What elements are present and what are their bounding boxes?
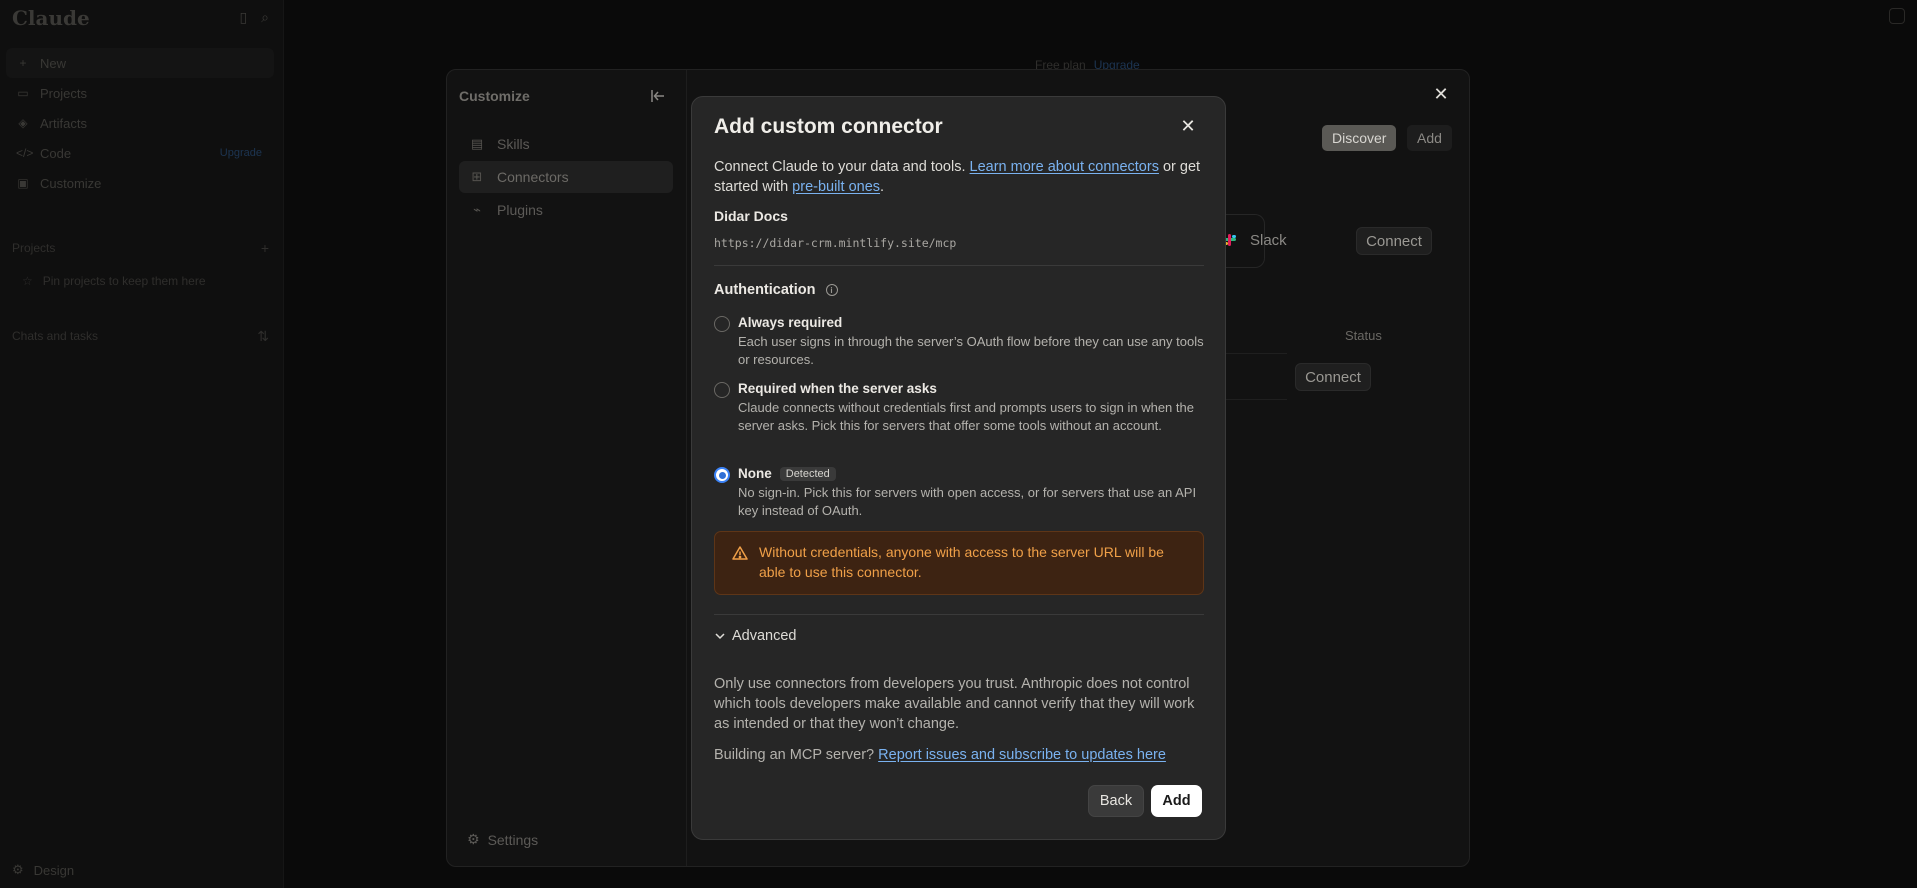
close-customize-icon[interactable]: ✕ <box>1431 84 1451 104</box>
customize-item-connectors[interactable]: ⊞ Connectors <box>459 161 673 193</box>
nav-item-projects[interactable]: ▭ Projects <box>6 78 274 108</box>
connectors-icon: ⊞ <box>471 169 483 184</box>
auth-option-server-asks[interactable]: Required when the server asks Claude con… <box>714 380 1204 446</box>
learn-more-link[interactable]: Learn more about connectors <box>970 159 1159 175</box>
dialog-intro: Connect Claude to your data and tools. L… <box>714 157 1204 197</box>
collapse-sidebar-icon[interactable] <box>650 88 666 104</box>
app-nav: + New ▭ Projects ◈ Artifacts </> Code Up… <box>6 48 274 198</box>
connector-name: Didar Docs <box>714 208 788 224</box>
connector-url: https://didar-crm.mintlify.site/mcp <box>714 236 957 250</box>
code-icon: </> <box>16 146 34 160</box>
option-desc: No sign-in. Pick this for servers with o… <box>738 485 1197 518</box>
auth-heading: Authentication i <box>714 282 838 298</box>
dialog-title: Add custom connector <box>714 115 943 138</box>
artifacts-icon: ◈ <box>18 116 28 130</box>
nav-item-new[interactable]: + New <box>6 48 274 78</box>
projects-empty: ☆ Pin projects to keep them here <box>22 274 206 288</box>
close-icon[interactable]: ✕ <box>1179 117 1197 135</box>
app-logo: Claude <box>12 6 90 30</box>
nav-item-label: Projects <box>40 85 87 101</box>
option-title-text: None <box>738 466 772 481</box>
folder-icon: ▭ <box>17 86 29 100</box>
prebuilt-link[interactable]: pre-built ones <box>792 179 880 195</box>
status-column-header: Status <box>1345 328 1382 343</box>
intro-text: . <box>880 179 885 195</box>
radio-always[interactable] <box>714 316 730 332</box>
option-desc: Each user signs in through the server’s … <box>738 334 1204 367</box>
trust-disclaimer: Only use connectors from developers you … <box>714 676 1195 732</box>
app-sidebar: Claude ▯ ⌕ + New ▭ Projects ◈ Artifacts … <box>0 0 284 888</box>
customize-sidebar: Customize ▤ Skills ⊞ Connectors ⌁ Plugin… <box>447 70 687 866</box>
intro-text: Connect Claude to your data and tools. <box>714 159 970 175</box>
customize-item-label: Connectors <box>497 169 569 185</box>
add-button[interactable]: Add <box>1151 785 1202 817</box>
customize-item-label: Plugins <box>497 202 543 218</box>
customize-item-label: Skills <box>497 136 530 152</box>
warning-icon <box>732 546 748 560</box>
settings-label: Settings <box>487 831 539 848</box>
slack-name: Slack <box>1250 232 1287 249</box>
customize-item-plugins[interactable]: ⌁ Plugins <box>459 194 673 226</box>
option-title: Always required <box>738 315 843 330</box>
add-project-icon[interactable]: + <box>261 240 269 256</box>
info-icon[interactable]: i <box>825 284 838 296</box>
settings-button[interactable]: ⚙ Settings <box>467 831 538 848</box>
tab-add[interactable]: Add <box>1407 125 1452 151</box>
radio-server-asks[interactable] <box>714 382 730 398</box>
nav-item-label: Customize <box>40 175 102 191</box>
skills-icon: ▤ <box>470 136 484 151</box>
connect-slack-button[interactable]: Connect <box>1356 227 1432 255</box>
detected-badge: Detected <box>779 466 836 481</box>
nav-item-label: New <box>40 55 67 71</box>
advanced-label: Advanced <box>732 628 797 644</box>
divider <box>714 614 1204 615</box>
radio-none[interactable] <box>714 467 730 483</box>
nav-item-code[interactable]: </> Code Upgrade <box>6 138 274 168</box>
customize-nav: ▤ Skills ⊞ Connectors ⌁ Plugins <box>459 128 673 227</box>
mcp-server-line: Building an MCP server? Report issues an… <box>714 747 1166 763</box>
option-title: Required when the server asks <box>738 381 937 396</box>
app-bottom[interactable]: ⚙ Design <box>12 862 74 878</box>
divider <box>714 265 1204 266</box>
connect-row-button[interactable]: Connect <box>1295 363 1371 391</box>
option-title: None Detected <box>738 466 836 481</box>
tab-discover[interactable]: Discover <box>1322 125 1397 151</box>
report-issues-link[interactable]: Report issues and subscribe to updates h… <box>878 747 1166 763</box>
briefcase-icon: ▣ <box>17 176 29 190</box>
advanced-toggle[interactable]: Advanced <box>714 628 797 644</box>
back-button[interactable]: Back <box>1088 785 1144 817</box>
chats-header[interactable]: Chats and tasks <box>12 329 98 343</box>
chevron-down-icon <box>715 633 725 640</box>
upgrade-link[interactable]: Upgrade <box>220 147 262 159</box>
pin-icon: ☆ <box>22 274 33 288</box>
chats-action-icon[interactable]: ⇅ <box>257 328 269 345</box>
option-desc: Claude connects without credentials firs… <box>738 400 1194 433</box>
add-custom-connector-dialog: Add custom connector ✕ Connect Claude to… <box>691 96 1226 840</box>
mcp-prefix: Building an MCP server? <box>714 747 879 763</box>
warning-banner: Without credentials, anyone with access … <box>714 531 1204 595</box>
nav-item-label: Artifacts <box>40 115 87 131</box>
account-icon[interactable] <box>1889 8 1905 24</box>
nav-item-customize[interactable]: ▣ Customize <box>6 168 274 198</box>
design-icon: ⚙ <box>12 862 24 877</box>
nav-item-label: Code <box>40 145 72 161</box>
plugins-icon: ⌁ <box>473 202 481 217</box>
auth-option-always[interactable]: Always required Each user signs in throu… <box>714 314 1204 367</box>
auth-heading-label: Authentication <box>714 282 816 298</box>
app-top-icons: ▯ ⌕ <box>239 9 269 26</box>
plus-icon: + <box>19 56 27 70</box>
warning-text: Without credentials, anyone with access … <box>759 544 1164 580</box>
sidebar-toggle-icon[interactable]: ▯ <box>239 9 247 26</box>
design-label: Design <box>33 862 75 878</box>
projects-empty-text: Pin projects to keep them here <box>42 274 206 288</box>
nav-item-artifacts[interactable]: ◈ Artifacts <box>6 108 274 138</box>
auth-option-none[interactable]: None Detected No sign-in. Pick this for … <box>714 465 1204 518</box>
gear-icon: ⚙ <box>467 831 480 847</box>
customize-title: Customize <box>459 88 530 104</box>
customize-item-skills[interactable]: ▤ Skills <box>459 128 673 160</box>
search-icon[interactable]: ⌕ <box>261 9 269 26</box>
projects-header: Projects <box>12 241 56 255</box>
